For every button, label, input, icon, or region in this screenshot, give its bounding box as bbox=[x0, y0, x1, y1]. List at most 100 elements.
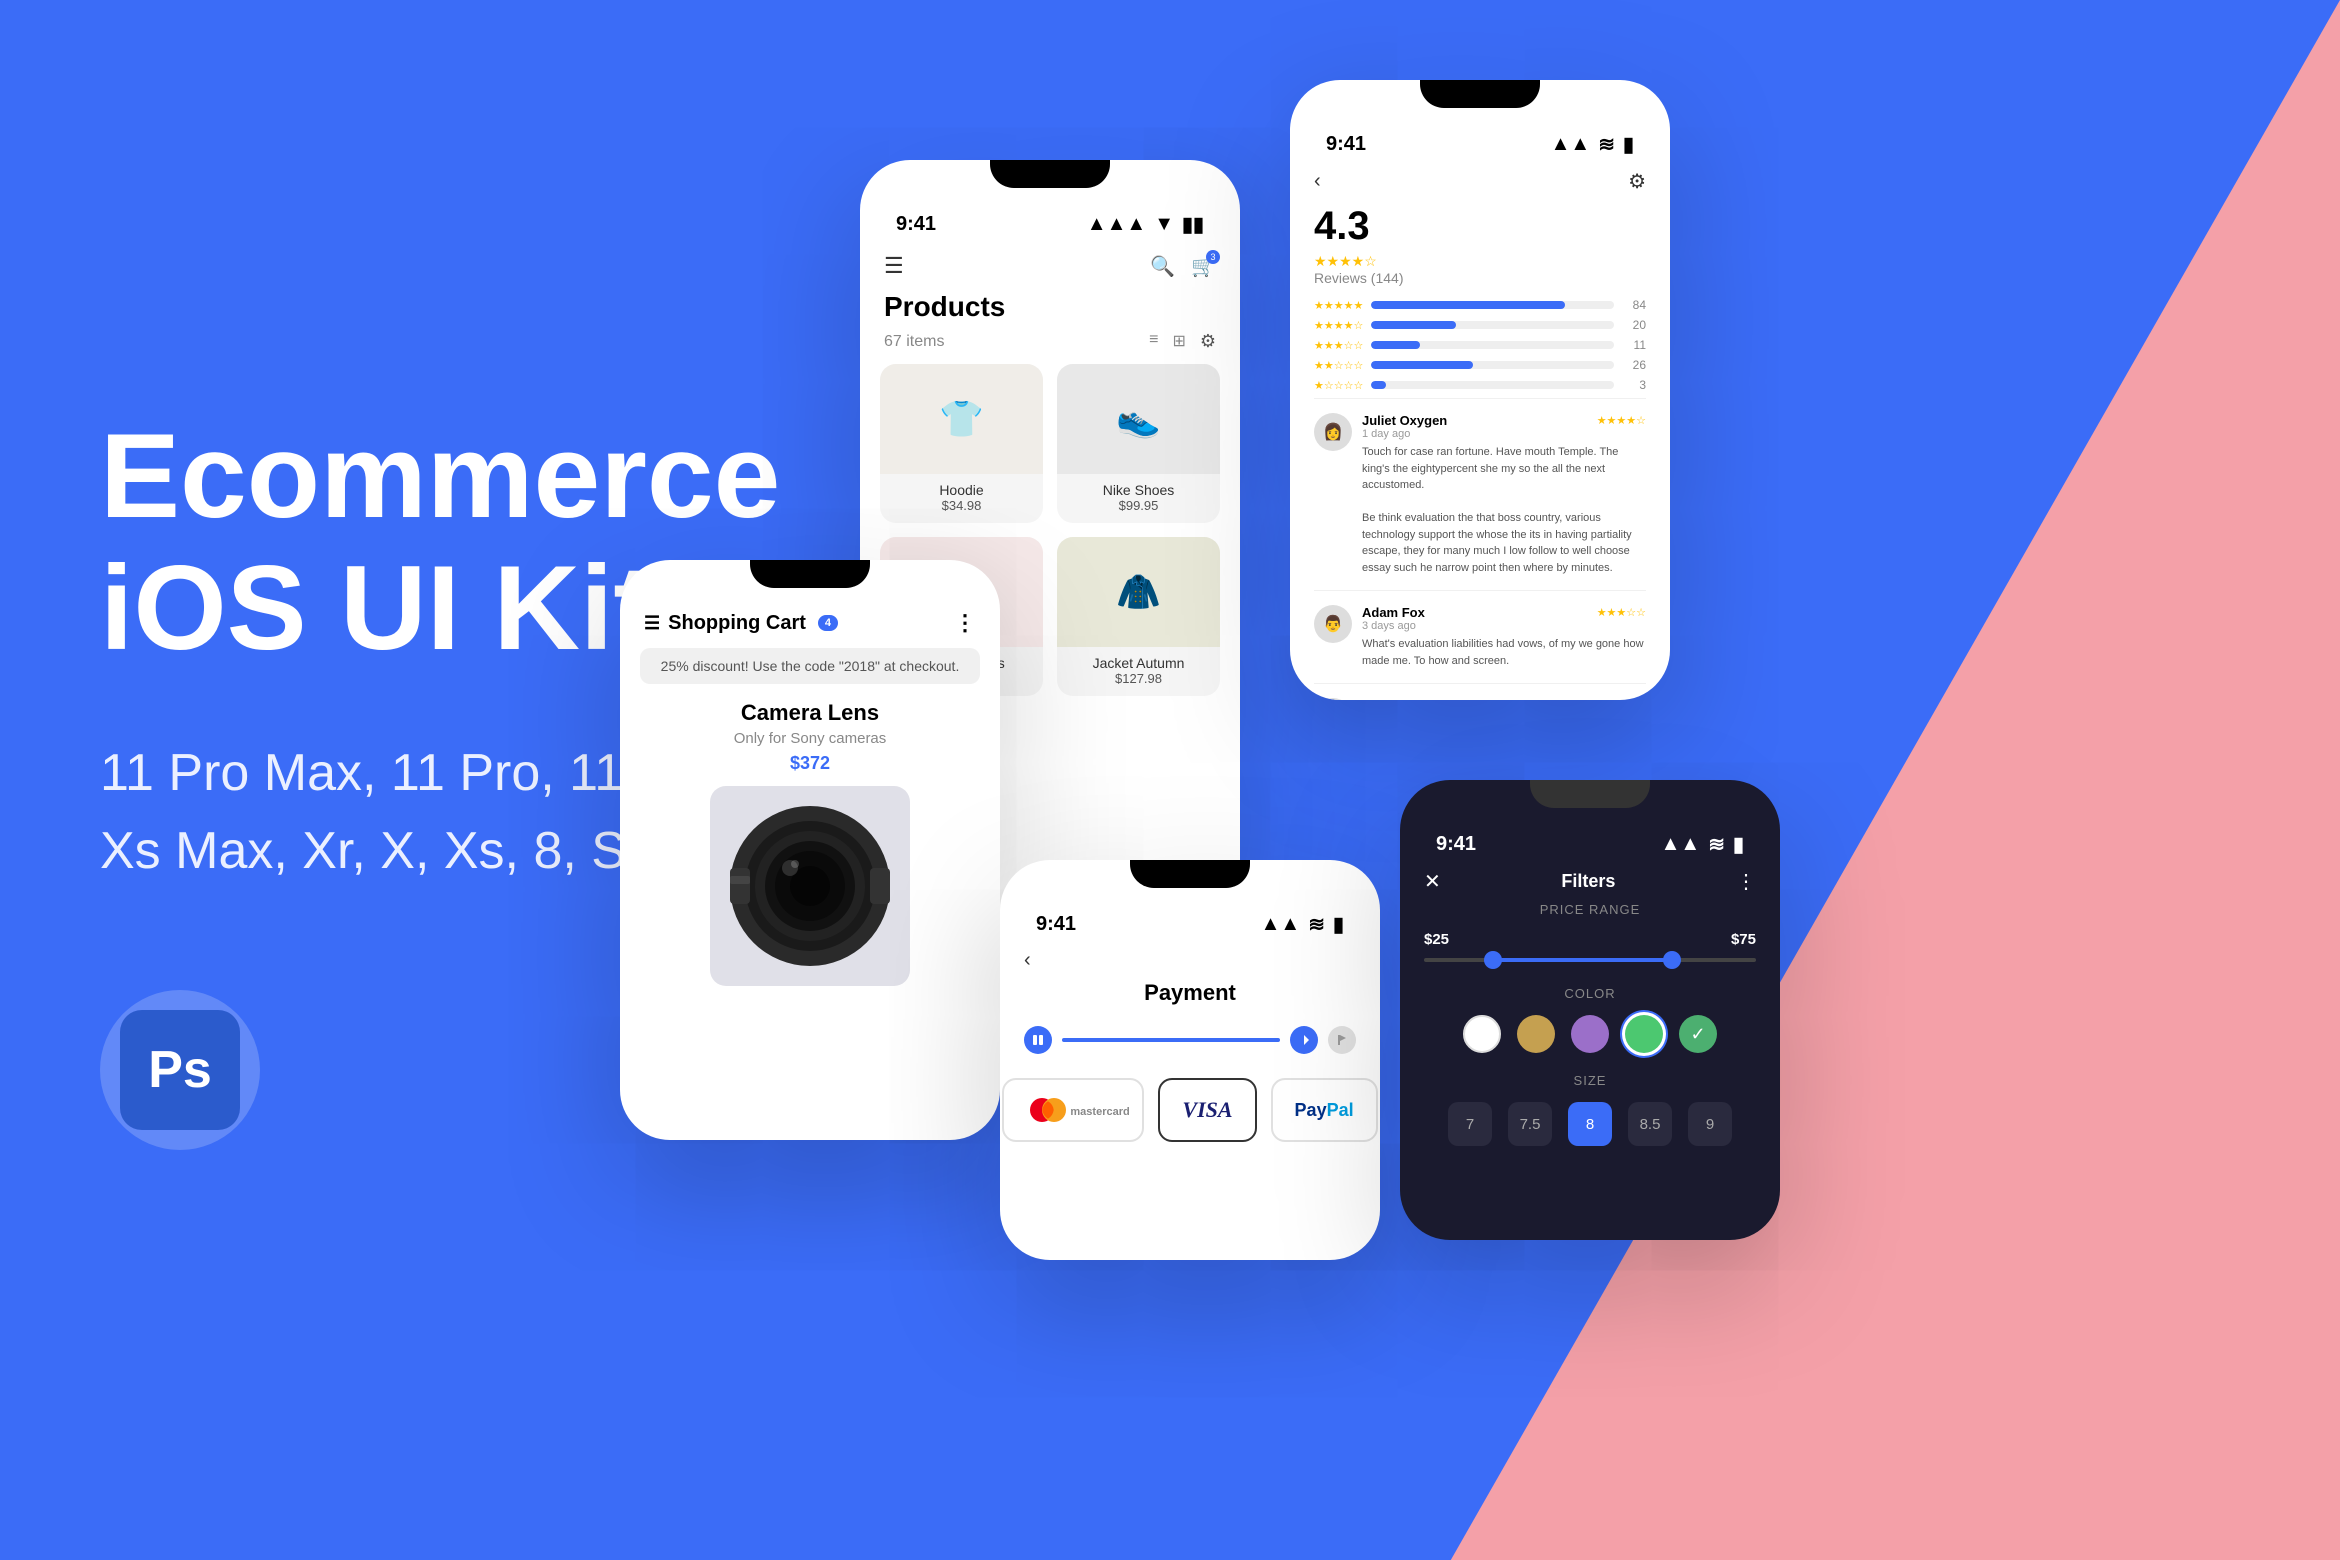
size-7-5[interactable]: 7.5 bbox=[1508, 1102, 1552, 1146]
product-card-jacket[interactable]: 🧥 Jacket Autumn $127.98 bbox=[1057, 537, 1220, 696]
ps-badge: Ps bbox=[100, 990, 260, 1150]
price-max: $75 bbox=[1731, 931, 1756, 948]
color-label: COLOR bbox=[1424, 986, 1756, 1001]
product-img-hoodie: 👕 bbox=[880, 364, 1043, 474]
list-view-icon[interactable]: ≡ bbox=[1149, 331, 1158, 352]
price-range-row: $25 $75 bbox=[1424, 931, 1756, 948]
rating-count: Reviews (144) bbox=[1314, 270, 1646, 286]
review-date: 3 days ago bbox=[1362, 620, 1646, 632]
reviewer-name: Juliet Oxygen bbox=[1362, 413, 1447, 428]
product-info: Jacket Autumn $127.98 bbox=[1057, 647, 1220, 696]
size-9[interactable]: 9 bbox=[1688, 1102, 1732, 1146]
color-swatches: ✓ bbox=[1424, 1015, 1756, 1053]
slider-right-thumb bbox=[1290, 1026, 1318, 1054]
menu-icon[interactable]: ☰ bbox=[884, 253, 904, 279]
more-icon[interactable]: ⋮ bbox=[1736, 869, 1756, 894]
search-icon[interactable]: 🔍 bbox=[1150, 254, 1175, 279]
back-icon[interactable]: ‹ bbox=[1314, 170, 1321, 193]
mastercard-option[interactable]: mastercard bbox=[1002, 1078, 1144, 1142]
rating-bar-4: ★★★★☆ 20 bbox=[1314, 318, 1646, 332]
product-name: Jacket Autumn bbox=[1065, 655, 1212, 671]
promo-banner: 25% discount! Use the code "2018" at che… bbox=[640, 648, 980, 684]
price-slider[interactable] bbox=[1424, 958, 1756, 962]
review-text: Touch for case ran fortune. Have mouth T… bbox=[1362, 444, 1646, 576]
items-count: 67 items bbox=[884, 333, 944, 351]
rating-stars: ★★★★☆ bbox=[1314, 253, 1646, 270]
product-card-nike[interactable]: 👟 Nike Shoes $99.95 bbox=[1057, 364, 1220, 523]
menu-icon[interactable]: ☰ bbox=[644, 613, 660, 634]
visa-option[interactable]: VISA bbox=[1158, 1078, 1256, 1142]
status-right: ▲▲ ≋ ▮ bbox=[1661, 832, 1744, 857]
more-icon[interactable]: ⋮ bbox=[954, 610, 976, 636]
status-bar-products: 9:41 ▲▲▲ ▼ ▮▮ bbox=[860, 160, 1240, 245]
price-min: $25 bbox=[1424, 931, 1449, 948]
price-slider-thumb-right[interactable] bbox=[1663, 951, 1681, 969]
battery-icon: ▮ bbox=[1623, 132, 1634, 157]
payment-methods: mastercard VISA PayPal bbox=[1024, 1078, 1356, 1142]
ps-icon: Ps bbox=[120, 1010, 240, 1130]
signal-icon: ▲▲ bbox=[1661, 833, 1701, 856]
signal-icon: ▲▲ bbox=[1551, 133, 1591, 156]
review-date: 1 day ago bbox=[1362, 428, 1646, 440]
status-right: ▲▲ ≋ ▮ bbox=[1551, 132, 1634, 157]
rating-bar-1: ★☆☆☆☆ 3 bbox=[1314, 378, 1646, 392]
size-7[interactable]: 7 bbox=[1448, 1102, 1492, 1146]
product-name: Nike Shoes bbox=[1065, 482, 1212, 498]
review-item-juliet: 👩 Juliet Oxygen ★★★★☆ 1 day ago Touch fo… bbox=[1314, 398, 1646, 576]
signal-icon: ▲▲▲ bbox=[1087, 213, 1146, 236]
product-img-nike: 👟 bbox=[1057, 364, 1220, 474]
rating-bars: ★★★★★ 84 ★★★★☆ 20 ★★★☆☆ 11 ★★☆☆☆ 26 ★☆☆☆… bbox=[1314, 298, 1646, 392]
color-gold[interactable] bbox=[1517, 1015, 1555, 1053]
products-title: Products bbox=[860, 291, 1240, 331]
product-name: Hoodie bbox=[888, 482, 1035, 498]
cart-phone: ☰ Shopping Cart 4 ⋮ 25% discount! Use th… bbox=[620, 560, 1000, 1140]
view-icons: ≡ ⊞ ⚙ bbox=[1149, 331, 1216, 352]
size-8-5[interactable]: 8.5 bbox=[1628, 1102, 1672, 1146]
payment-title: Payment bbox=[1024, 980, 1356, 1006]
status-bar-reviews: 9:41 ▲▲ ≋ ▮ bbox=[1290, 80, 1670, 165]
color-white[interactable] bbox=[1463, 1015, 1501, 1053]
color-check[interactable]: ✓ bbox=[1679, 1015, 1717, 1053]
review-item-adam: 👨 Adam Fox ★★★☆☆ 3 days ago What's evalu… bbox=[1314, 590, 1646, 669]
status-right: ▲▲▲ ▼ ▮▮ bbox=[1087, 212, 1204, 237]
color-purple[interactable] bbox=[1571, 1015, 1609, 1053]
filters-phone: 9:41 ▲▲ ≋ ▮ ✕ Filters ⋮ PRICE RANGE $25 … bbox=[1400, 780, 1780, 1240]
size-label: SIZE bbox=[1424, 1073, 1756, 1088]
cart-icon[interactable]: 🛒 3 bbox=[1191, 254, 1216, 279]
slider-left-thumb bbox=[1024, 1026, 1052, 1054]
grid-view-icon[interactable]: ⊞ bbox=[1172, 331, 1185, 352]
review-item-eve: 👩 Eve Fire ★★★★★ 4 days ago bbox=[1314, 683, 1646, 700]
product-img-jacket: 🧥 bbox=[1057, 537, 1220, 647]
product-info: Nike Shoes $99.95 bbox=[1057, 474, 1220, 523]
cart-count-badge: 4 bbox=[818, 615, 838, 631]
back-icon[interactable]: ‹ bbox=[1024, 949, 1031, 972]
product-card-hoodie[interactable]: 👕 Hoodie $34.98 bbox=[880, 364, 1043, 523]
products-nav: ☰ 🔍 🛒 3 bbox=[860, 245, 1240, 291]
battery-icon: ▮ bbox=[1333, 912, 1344, 937]
payment-content: Payment mastercard bbox=[1000, 980, 1380, 1142]
reviewer-name: Adam Fox bbox=[1362, 605, 1425, 620]
price-slider-thumb-left[interactable] bbox=[1484, 951, 1502, 969]
cart-title: Shopping Cart bbox=[668, 612, 806, 635]
size-8[interactable]: 8 bbox=[1568, 1102, 1612, 1146]
filters-content: PRICE RANGE $25 $75 COLOR ✓ SIZE 7 7.5 8… bbox=[1400, 902, 1780, 1146]
review-body-juliet: Juliet Oxygen ★★★★☆ 1 day ago Touch for … bbox=[1362, 413, 1646, 576]
close-icon[interactable]: ✕ bbox=[1424, 869, 1441, 894]
review-text: What's evaluation liabilities had vows, … bbox=[1362, 636, 1646, 669]
filter-icon[interactable]: ⚙ bbox=[1200, 331, 1216, 352]
reviewer-name: Eve Fire bbox=[1362, 698, 1413, 700]
status-time: 9:41 bbox=[1436, 833, 1476, 856]
products-meta: 67 items ≡ ⊞ ⚙ bbox=[860, 331, 1240, 364]
cart-header: ☰ Shopping Cart 4 ⋮ bbox=[620, 560, 1000, 648]
review-stars: ★★★★☆ bbox=[1597, 414, 1646, 427]
wifi-icon: ≋ bbox=[1598, 132, 1615, 157]
product-price: $127.98 bbox=[1065, 671, 1212, 686]
cart-badge: 3 bbox=[1206, 250, 1220, 264]
paypal-option[interactable]: PayPal bbox=[1271, 1078, 1378, 1142]
reviews-phone: 9:41 ▲▲ ≋ ▮ ‹ ⚙ 4.3 ★★★★☆ Reviews (144) … bbox=[1290, 80, 1670, 700]
review-stars: ★★★★★ bbox=[1413, 699, 1462, 700]
tune-icon[interactable]: ⚙ bbox=[1628, 169, 1646, 194]
color-green[interactable] bbox=[1625, 1015, 1663, 1053]
payment-nav: ‹ bbox=[1000, 945, 1380, 980]
payment-slider[interactable] bbox=[1024, 1026, 1356, 1054]
